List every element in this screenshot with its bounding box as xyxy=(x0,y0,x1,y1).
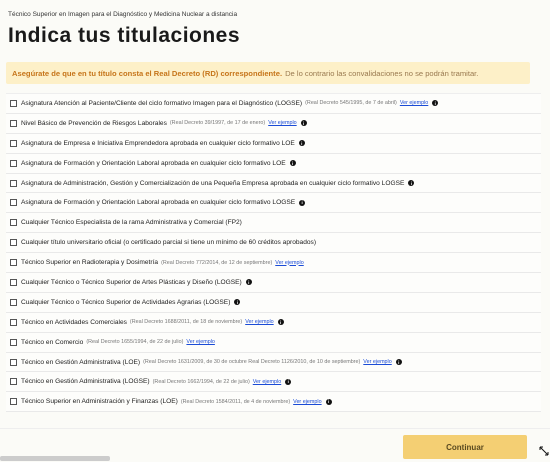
horizontal-scrollbar[interactable] xyxy=(0,456,110,461)
titulacion-label: Cualquier título universitario oficial (… xyxy=(21,239,317,247)
checkbox-icon[interactable] xyxy=(10,298,17,306)
titulacion-label: Técnico en Comercio xyxy=(21,338,84,346)
checkbox-icon[interactable] xyxy=(10,219,17,227)
titulacion-item[interactable]: Técnico Superior en Radioterapia y Dosim… xyxy=(6,253,541,274)
titulacion-item[interactable]: Técnico en Gestión Administrativa (LOE)(… xyxy=(6,352,541,373)
checkbox-icon[interactable] xyxy=(10,99,17,107)
titulacion-label: Técnico en Gestión Administrativa (LOGSE… xyxy=(21,378,150,386)
info-icon[interactable]: i xyxy=(298,140,305,147)
info-icon[interactable]: i xyxy=(395,359,402,366)
titulacion-label: Asignatura de Administración, Gestión y … xyxy=(21,179,405,187)
breadcrumb: Técnico Superior en Imagen para el Diagn… xyxy=(8,11,238,18)
ver-ejemplo-link[interactable]: Ver ejemplo xyxy=(186,339,214,345)
titulacion-label: Técnico en Gestión Administrativa (LOE) xyxy=(21,358,141,366)
titulacion-item[interactable]: Cualquier Técnico o Técnico Superior de … xyxy=(6,292,541,313)
titulacion-label: Cualquier Técnico o Técnico Superior de … xyxy=(21,278,242,286)
checkbox-icon[interactable] xyxy=(10,278,17,286)
checkbox-icon[interactable] xyxy=(10,398,17,406)
info-icon[interactable]: i xyxy=(432,100,439,107)
titulacion-item[interactable]: Cualquier Técnico o Técnico Superior de … xyxy=(6,273,541,293)
info-icon[interactable]: i xyxy=(234,299,241,306)
checkbox-icon[interactable] xyxy=(10,199,17,207)
checkbox-icon[interactable] xyxy=(10,159,17,167)
titulacion-label: Asignatura de Formación y Orientación La… xyxy=(21,199,296,207)
titulacion-label: Nivel Básico de Prevención de Riesgos La… xyxy=(21,119,167,127)
checkbox-icon[interactable] xyxy=(10,139,17,147)
info-icon[interactable]: i xyxy=(408,180,415,186)
titulacion-label: Cualquier Técnico o Técnico Superior de … xyxy=(21,298,231,306)
titulacion-item[interactable]: Técnico en Actividades Comerciales (Real … xyxy=(6,312,541,333)
titulacion-item[interactable]: Asignatura de Empresa e Iniciativa Empre… xyxy=(6,133,541,154)
decree-text: (Real Decreto 1584/2011, de 4 de noviemb… xyxy=(180,398,291,405)
decree-text: (Real Decreto 772/2014, de 12 de septiem… xyxy=(161,259,273,266)
info-icon[interactable]: i xyxy=(289,160,296,167)
notice-rest-text: De lo contrario las convalidaciones no s… xyxy=(285,68,479,78)
titulacion-label: Técnico Superior en Radioterapia y Dosim… xyxy=(21,259,159,267)
titulacion-label: Técnico en Actividades Comerciales xyxy=(21,318,127,326)
ver-ejemplo-link[interactable]: Ver ejemplo xyxy=(268,120,296,126)
titulacion-label: Cualquier Técnico Especialista de la ram… xyxy=(21,219,242,227)
titulacion-item[interactable]: Técnico en Gestión Administrativa (LOGSE… xyxy=(6,372,541,393)
decree-text: (Real Decreto 545/1995, de 7 de abril) xyxy=(305,100,397,107)
info-icon[interactable]: i xyxy=(285,378,292,385)
checkbox-icon[interactable] xyxy=(10,318,17,326)
titulacion-item[interactable]: Cualquier título universitario oficial (… xyxy=(6,233,541,254)
checkbox-icon[interactable] xyxy=(10,358,17,366)
page-title: Indica tus titulaciones xyxy=(8,24,241,47)
decree-text: (Real Decreto 1662/1994, de 22 de julio) xyxy=(152,378,250,385)
rd-notice-banner: Asegúrate de que en tu título consta el … xyxy=(6,62,530,84)
info-icon[interactable]: i xyxy=(245,279,252,286)
ver-ejemplo-link[interactable]: Ver ejemplo xyxy=(293,399,321,405)
decree-text: (Real Decreto 1655/1994, de 22 de julio) xyxy=(86,339,184,346)
titulacion-item[interactable]: Técnico Superior en Administración y Fin… xyxy=(6,392,541,413)
decree-text: (Real Decreto 1631/2009, de 30 de octubr… xyxy=(143,359,361,366)
info-icon[interactable]: i xyxy=(277,319,284,326)
ver-ejemplo-link[interactable]: Ver ejemplo xyxy=(245,319,273,325)
ver-ejemplo-link[interactable]: Ver ejemplo xyxy=(253,379,281,385)
checkbox-icon[interactable] xyxy=(10,119,17,127)
ver-ejemplo-link[interactable]: Ver ejemplo xyxy=(275,260,303,266)
titulacion-item[interactable]: Asignatura de Formación y Orientación La… xyxy=(6,153,541,174)
titulacion-label: Asignatura de Formación y Orientación La… xyxy=(21,159,286,167)
titulacion-item[interactable]: Asignatura Atención al Paciente/Cliente … xyxy=(6,94,541,114)
continue-button[interactable]: Continuar xyxy=(403,435,527,459)
decree-text: (Real Decreto 1688/2011, de 18 de noviem… xyxy=(129,319,243,326)
checkbox-icon[interactable] xyxy=(10,259,17,267)
checkbox-icon[interactable] xyxy=(10,378,17,386)
titulacion-item[interactable]: Técnico en Comercio (Real Decreto 1655/19… xyxy=(6,332,541,353)
info-icon[interactable]: i xyxy=(325,398,332,405)
decree-text: (Real Decreto 39/1997, de 17 de enero) xyxy=(169,120,266,127)
titulacion-label: Asignatura Atención al Paciente/Cliente … xyxy=(21,99,303,107)
titulaciones-list[interactable]: Asignatura Atención al Paciente/Cliente … xyxy=(6,93,541,432)
info-icon[interactable]: i xyxy=(299,199,306,206)
titulacion-item[interactable]: Nivel Básico de Prevención de Riesgos La… xyxy=(6,113,541,134)
titulacion-item[interactable]: Cualquier Técnico Especialista de la ram… xyxy=(6,213,541,234)
titulacion-item[interactable]: Asignatura de Formación y Orientación La… xyxy=(6,193,541,214)
ver-ejemplo-link[interactable]: Ver ejemplo xyxy=(400,100,428,106)
titulacion-label: Técnico Superior en Administración y Fin… xyxy=(21,398,178,406)
titulacion-item[interactable]: Asignatura de Administración, Gestión y … xyxy=(6,173,541,194)
info-icon[interactable]: i xyxy=(300,120,307,127)
titulacion-label: Asignatura de Empresa e Iniciativa Empre… xyxy=(21,139,295,147)
checkbox-icon[interactable] xyxy=(10,179,17,187)
resize-cursor-icon xyxy=(539,446,549,456)
ver-ejemplo-link[interactable]: Ver ejemplo xyxy=(363,359,391,365)
checkbox-icon[interactable] xyxy=(10,239,17,247)
checkbox-icon[interactable] xyxy=(10,338,17,346)
notice-bold-text: Asegúrate de que en tu título consta el … xyxy=(12,68,283,78)
